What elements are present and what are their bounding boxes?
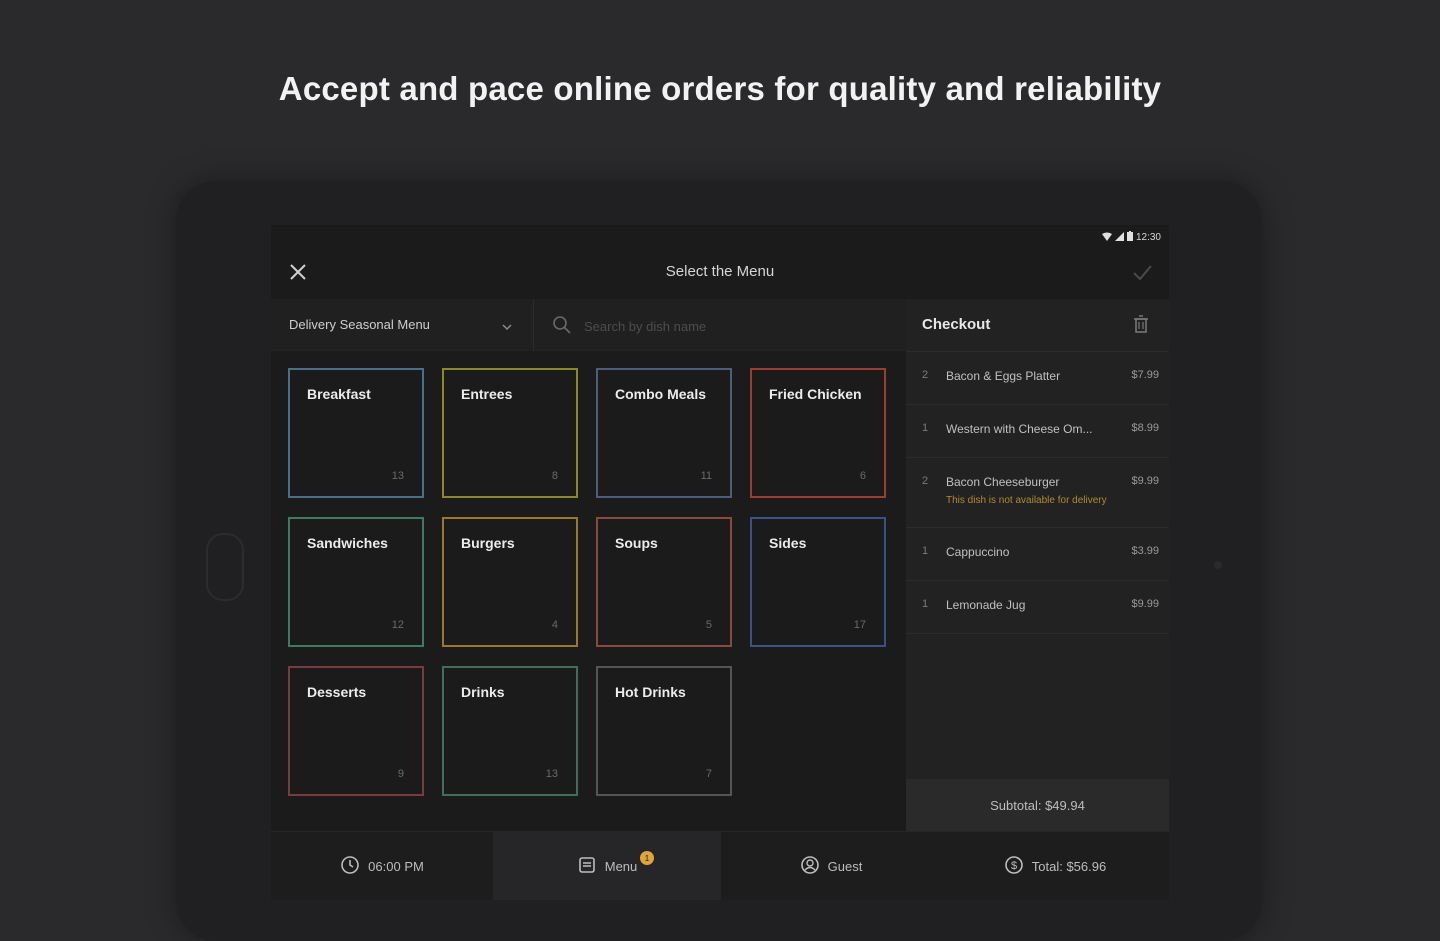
app-bar: Select the Menu [271,249,1169,299]
bottom-nav: 06:00 PM Menu 1 Guest $ Total: $56.96 [271,831,1169,900]
category-tile[interactable]: Hot Drinks 7 [596,666,732,796]
guest-icon [800,855,820,878]
category-name: Desserts [307,684,367,700]
search-icon [552,315,572,340]
svg-text:$: $ [1011,860,1017,872]
order-item-price: $8.99 [1131,422,1159,434]
order-item[interactable]: 2 Bacon Cheeseburger $9.99 This dish is not… [906,458,1169,528]
order-item-name: Bacon & Eggs Platter [946,369,1061,383]
subtotal: Subtotal: $49.94 [906,779,1169,831]
menu-toolbar: Delivery Seasonal Menu [271,299,906,351]
category-count: 4 [551,619,558,631]
dollar-icon: $ [1004,855,1024,878]
trash-icon[interactable] [1133,315,1149,338]
search-input[interactable] [582,313,886,339]
order-item-price: $7.99 [1131,369,1159,381]
nav-time-label: 06:00 PM [368,859,424,874]
checkout-title: Checkout [922,316,991,333]
category-count: 5 [705,619,712,631]
page-headline: Accept and pace online orders for qualit… [278,70,1162,107]
tablet-camera-dot [1214,561,1222,569]
category-tile[interactable]: Soups 5 [596,517,732,647]
category-name: Soups [615,535,658,551]
category-name: Breakfast [307,386,371,402]
category-tile[interactable]: Drinks 13 [442,666,578,796]
menu-dropdown[interactable]: Delivery Seasonal Menu [271,299,534,351]
category-tile[interactable]: Breakfast 13 [288,368,424,498]
category-count: 11 [700,470,712,482]
category-count: 12 [391,619,404,631]
category-count: 6 [859,470,866,482]
order-item-qty: 1 [922,598,929,610]
order-item-name: Lemonade Jug [946,598,1026,612]
confirm-button[interactable] [1129,261,1155,287]
order-item-price: $3.99 [1131,545,1159,557]
menu-icon [577,855,597,878]
checkout-header: Checkout [906,299,1169,352]
category-name: Fried Chicken [769,386,862,402]
status-bar: 12:30 [271,225,1169,249]
category-tile[interactable]: Sides 17 [750,517,886,647]
category-count: 13 [391,470,404,482]
checkout-panel: Checkout 2 Bacon & Eggs Platter $7.99 1 West… [906,299,1169,831]
page-title: Select the Menu [665,263,775,280]
order-item[interactable]: 1 Lemonade Jug $9.99 [906,581,1169,634]
order-item-price: $9.99 [1131,598,1159,610]
nav-menu[interactable]: Menu 1 [493,832,721,900]
order-item-qty: 1 [922,545,929,557]
nav-menu-label: Menu [604,859,638,874]
category-tile[interactable]: Entrees 8 [442,368,578,498]
battery-icon [1126,231,1133,244]
nav-guest-label: Guest [827,859,863,874]
order-item[interactable]: 2 Bacon & Eggs Platter $7.99 [906,352,1169,405]
category-name: Burgers [461,535,515,551]
category-name: Sandwiches [307,535,388,551]
signal-icon [1114,231,1124,244]
category-tile[interactable]: Desserts 9 [288,666,424,796]
nav-guest[interactable]: Guest [721,832,941,900]
app-screen: 12:30 Select the Menu Delivery Seasonal … [271,225,1169,900]
wifi-icon [1101,232,1112,244]
menu-badge: 1 [640,851,654,865]
category-count: 17 [853,619,866,631]
status-time: 12:30 [1135,232,1161,243]
category-name: Hot Drinks [615,684,686,700]
category-name: Combo Meals [615,386,707,402]
order-item-name: Bacon Cheeseburger [946,475,1060,489]
category-count: 9 [397,768,404,780]
order-item-name: Western with Cheese Om... [946,422,1093,436]
clock-icon [340,855,360,878]
nav-total-label: Total: $56.96 [1031,859,1107,874]
category-tile[interactable]: Sandwiches 12 [288,517,424,647]
chevron-down-icon [501,319,513,337]
nav-time[interactable]: 06:00 PM [271,832,493,900]
order-item-qty: 2 [922,369,929,381]
category-tile[interactable]: Fried Chicken 6 [750,368,886,498]
category-count: 7 [705,768,712,780]
category-count: 8 [551,470,558,482]
category-tile[interactable]: Burgers 4 [442,517,578,647]
category-name: Sides [769,535,807,551]
order-item-qty: 2 [922,475,929,487]
tablet-home-button [206,533,244,601]
order-item-qty: 1 [922,422,929,434]
order-item[interactable]: 1 Western with Cheese Om... $8.99 [906,405,1169,458]
order-item-price: $9.99 [1131,475,1159,487]
category-count: 13 [545,768,558,780]
category-name: Drinks [461,684,505,700]
category-name: Entrees [461,386,513,402]
category-tile[interactable]: Combo Meals 11 [596,368,732,498]
check-icon [1131,261,1153,288]
search-box [534,299,906,351]
order-item[interactable]: 1 Cappuccino $3.99 [906,528,1169,581]
nav-total[interactable]: $ Total: $56.96 [941,832,1169,900]
order-item-warning: This dish is not available for delivery [946,495,1107,506]
menu-dropdown-label: Delivery Seasonal Menu [289,317,430,332]
order-item-name: Cappuccino [946,545,1010,559]
